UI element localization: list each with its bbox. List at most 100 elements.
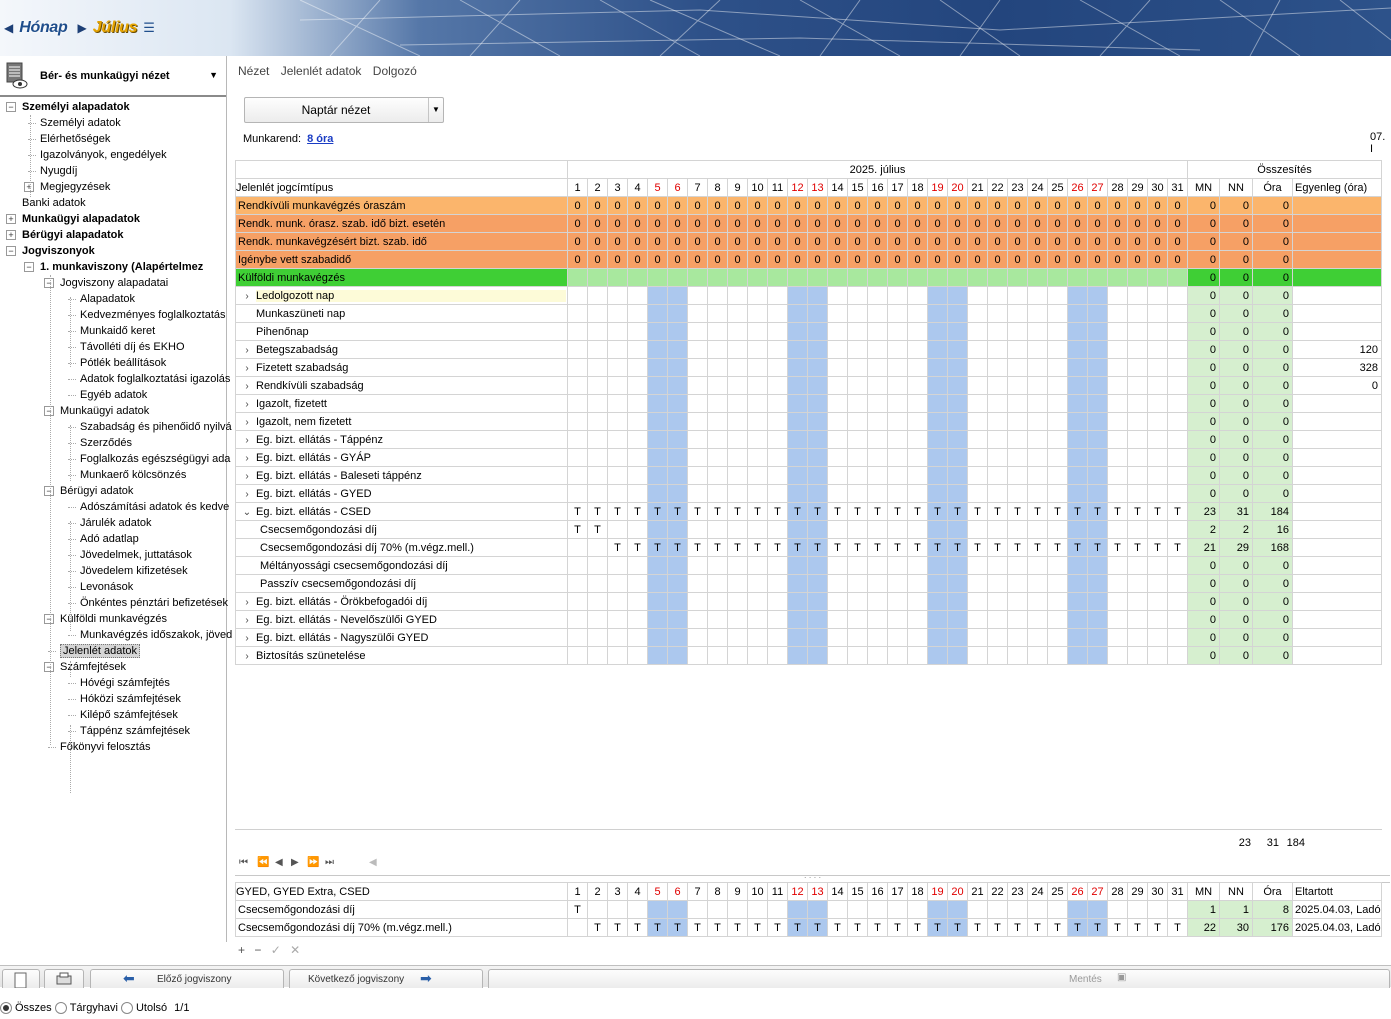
day-cell[interactable] — [827, 412, 848, 431]
day-cell[interactable] — [747, 466, 768, 485]
day-cell[interactable] — [1167, 592, 1188, 611]
day-cell[interactable] — [1007, 268, 1028, 287]
day-cell[interactable] — [667, 466, 688, 485]
day-cell[interactable]: T — [807, 502, 828, 521]
day-cell[interactable] — [987, 268, 1008, 287]
day-cell[interactable] — [967, 628, 988, 647]
day-cell[interactable] — [867, 358, 888, 377]
day-cell[interactable]: 0 — [1147, 214, 1168, 233]
day-cell[interactable] — [1027, 466, 1048, 485]
day-cell[interactable]: T — [867, 538, 888, 557]
day-cell[interactable] — [567, 538, 588, 557]
day-cell[interactable] — [1047, 610, 1068, 629]
day-cell[interactable] — [587, 358, 608, 377]
day-cell[interactable] — [1087, 900, 1108, 919]
day-cell[interactable] — [1067, 574, 1088, 593]
day-cell[interactable] — [827, 556, 848, 575]
day-cell[interactable]: T — [847, 502, 868, 521]
day-cell[interactable] — [847, 484, 868, 503]
day-cell[interactable] — [807, 484, 828, 503]
day-cell[interactable] — [1067, 520, 1088, 539]
day-cell[interactable] — [1107, 466, 1128, 485]
day-cell[interactable] — [1167, 322, 1188, 341]
day-cell[interactable] — [947, 520, 968, 539]
day-cell[interactable]: 0 — [927, 214, 948, 233]
day-cell[interactable] — [847, 592, 868, 611]
day-cell[interactable] — [787, 610, 808, 629]
day-cell[interactable] — [807, 304, 828, 323]
day-cell[interactable] — [907, 466, 928, 485]
day-cell[interactable] — [867, 304, 888, 323]
day-cell[interactable]: T — [767, 538, 788, 557]
day-cell[interactable] — [747, 340, 768, 359]
day-cell[interactable] — [987, 646, 1008, 665]
day-cell[interactable]: 0 — [1047, 214, 1068, 233]
day-cell[interactable] — [827, 376, 848, 395]
day-cell[interactable] — [1067, 448, 1088, 467]
day-cell[interactable] — [587, 430, 608, 449]
add-icon[interactable]: + — [238, 943, 245, 957]
day-cell[interactable]: 0 — [887, 232, 908, 251]
day-cell[interactable] — [667, 610, 688, 629]
day-cell[interactable] — [1047, 646, 1068, 665]
day-cell[interactable] — [907, 322, 928, 341]
day-cell[interactable]: T — [947, 502, 968, 521]
day-cell[interactable]: 0 — [887, 214, 908, 233]
day-cell[interactable] — [907, 900, 928, 919]
day-cell[interactable]: T — [667, 538, 688, 557]
day-cell[interactable] — [707, 268, 728, 287]
day-cell[interactable] — [827, 322, 848, 341]
day-cell[interactable] — [1127, 520, 1148, 539]
day-cell[interactable] — [727, 322, 748, 341]
day-cell[interactable] — [647, 610, 668, 629]
work-schedule-link[interactable]: 8 óra — [307, 133, 333, 145]
tree-item[interactable]: Jövedelem kifizetések — [80, 563, 188, 579]
day-cell[interactable] — [1107, 322, 1128, 341]
print-button[interactable] — [44, 969, 84, 988]
day-cell[interactable]: 0 — [1067, 250, 1088, 269]
day-cell[interactable]: 0 — [627, 214, 648, 233]
day-cell[interactable] — [707, 466, 728, 485]
day-cell[interactable]: T — [567, 900, 588, 919]
day-cell[interactable]: T — [707, 538, 728, 557]
day-cell[interactable]: T — [927, 502, 948, 521]
day-cell[interactable]: T — [787, 502, 808, 521]
day-cell[interactable] — [887, 646, 908, 665]
day-cell[interactable] — [727, 520, 748, 539]
next-month-arrow-icon[interactable]: ▶ — [78, 21, 87, 35]
day-cell[interactable] — [727, 556, 748, 575]
day-cell[interactable]: T — [767, 502, 788, 521]
day-cell[interactable] — [1027, 556, 1048, 575]
day-cell[interactable]: 0 — [687, 250, 708, 269]
day-cell[interactable] — [587, 340, 608, 359]
day-cell[interactable] — [947, 358, 968, 377]
day-cell[interactable] — [967, 574, 988, 593]
day-cell[interactable] — [887, 900, 908, 919]
day-cell[interactable] — [887, 448, 908, 467]
day-cell[interactable]: 0 — [707, 232, 728, 251]
day-cell[interactable] — [807, 322, 828, 341]
day-cell[interactable] — [967, 610, 988, 629]
day-cell[interactable] — [947, 412, 968, 431]
day-cell[interactable] — [707, 448, 728, 467]
day-cell[interactable] — [867, 412, 888, 431]
day-cell[interactable]: T — [1147, 918, 1168, 937]
day-cell[interactable]: T — [1107, 538, 1128, 557]
day-cell[interactable] — [687, 628, 708, 647]
day-cell[interactable]: 0 — [747, 196, 768, 215]
day-cell[interactable] — [907, 610, 928, 629]
day-cell[interactable] — [1107, 412, 1128, 431]
day-cell[interactable] — [827, 394, 848, 413]
tree-item[interactable]: Elérhetőségek — [40, 131, 110, 147]
day-cell[interactable] — [787, 412, 808, 431]
attendance-row[interactable]: Munkaszüneti nap 0 0 0 — [235, 304, 1382, 323]
day-cell[interactable] — [587, 286, 608, 305]
day-cell[interactable] — [887, 286, 908, 305]
day-cell[interactable] — [847, 394, 868, 413]
day-cell[interactable]: 0 — [807, 232, 828, 251]
day-cell[interactable]: T — [587, 520, 608, 539]
day-cell[interactable]: T — [1067, 538, 1088, 557]
day-cell[interactable] — [667, 592, 688, 611]
day-cell[interactable]: 0 — [767, 214, 788, 233]
day-cell[interactable] — [927, 394, 948, 413]
